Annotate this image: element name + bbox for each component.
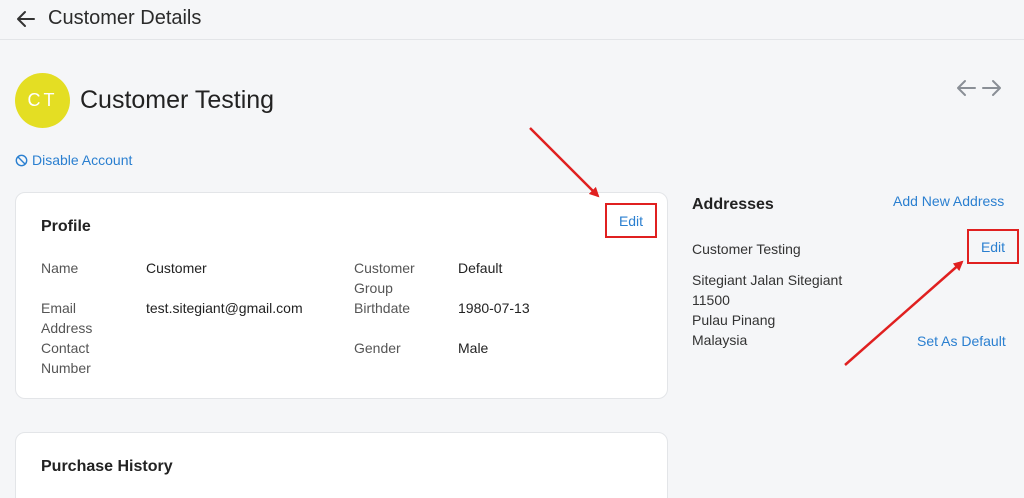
edit-address-button[interactable]: Edit bbox=[981, 239, 1005, 255]
customer-name: Customer Testing bbox=[80, 86, 275, 114]
address-line1: Sitegiant Jalan Sitegiant bbox=[692, 272, 843, 288]
customer-group-value: Default bbox=[458, 260, 503, 276]
top-bar: Customer Details bbox=[0, 0, 1024, 40]
profile-title: Profile bbox=[41, 218, 91, 235]
disable-account-label: Disable Account bbox=[32, 152, 133, 168]
email-label: Email Address bbox=[41, 300, 93, 336]
annotation-arrow-address bbox=[844, 260, 964, 366]
name-label: Name bbox=[41, 260, 79, 276]
ban-icon bbox=[15, 154, 28, 166]
address-state: Pulau Pinang bbox=[692, 312, 776, 328]
address-postcode: 11500 bbox=[692, 292, 730, 308]
disable-account-link[interactable]: Disable Account bbox=[15, 152, 132, 168]
address-name: Customer Testing bbox=[692, 241, 801, 257]
email-value: test.sitegiant@gmail.com bbox=[146, 300, 303, 316]
next-arrow-icon[interactable] bbox=[981, 76, 1003, 100]
purchase-history-title: Purchase History bbox=[41, 458, 173, 475]
profile-card: Profile Edit Name Customer Email Address… bbox=[15, 192, 668, 399]
add-new-address-link[interactable]: Add New Address bbox=[893, 193, 1004, 209]
avatar: CT bbox=[15, 73, 70, 128]
previous-arrow-icon[interactable] bbox=[955, 76, 977, 100]
annotation-arrow-profile bbox=[529, 127, 600, 198]
contact-label: Contact Number bbox=[41, 340, 91, 376]
gender-label: Gender bbox=[354, 340, 401, 356]
purchase-history-card: Purchase History bbox=[15, 432, 668, 498]
customer-group-label: Customer Group bbox=[354, 260, 415, 296]
back-arrow-icon[interactable] bbox=[14, 7, 38, 31]
edit-address-highlight: Edit bbox=[967, 229, 1019, 264]
birthdate-label: Birthdate bbox=[354, 300, 411, 316]
addresses-title: Addresses bbox=[692, 196, 774, 213]
page-title: Customer Details bbox=[48, 7, 202, 29]
name-value: Customer bbox=[146, 260, 207, 276]
birthdate-value: 1980-07-13 bbox=[458, 300, 530, 316]
edit-profile-highlight: Edit bbox=[605, 203, 657, 238]
record-navigation bbox=[955, 76, 1003, 100]
address-country: Malaysia bbox=[692, 332, 748, 348]
set-as-default-link[interactable]: Set As Default bbox=[917, 333, 1006, 349]
gender-value: Male bbox=[458, 340, 489, 356]
edit-profile-button[interactable]: Edit bbox=[619, 213, 643, 229]
